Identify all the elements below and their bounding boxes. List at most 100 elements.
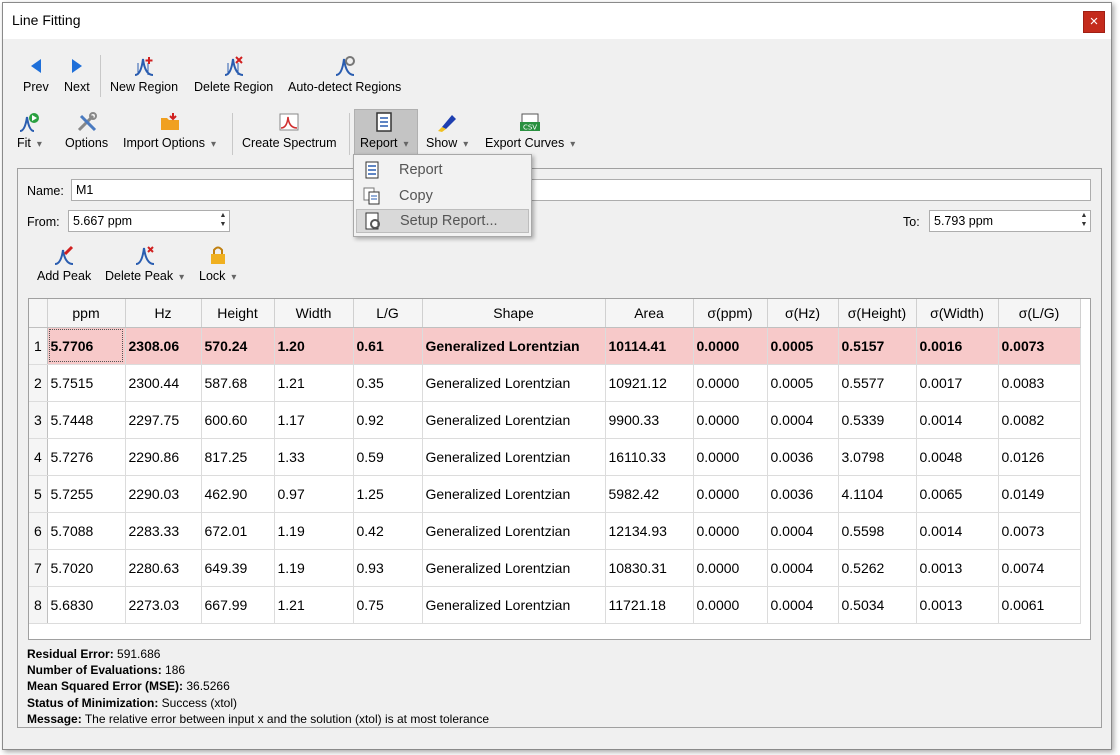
table-cell[interactable]: 0.0083 [998,364,1081,402]
new-region-button[interactable]: New Region [110,55,178,94]
report-button[interactable]: Report [360,111,409,150]
row-header[interactable]: 3 [29,401,48,439]
table-row[interactable]: 4 5.7276 2290.86 817.25 1.33 0.59 Generalized … [29,438,1081,476]
table-cell[interactable]: 1.25 [353,475,423,513]
table-cell[interactable]: 0.0000 [693,475,768,513]
table-cell[interactable]: 0.0000 [693,401,768,439]
table-cell[interactable]: 0.0005 [767,327,839,365]
table-cell[interactable]: 0.0036 [767,475,839,513]
menu-item-report[interactable]: Report [356,158,529,182]
table-cell[interactable]: 0.0000 [693,512,768,550]
table-cell[interactable]: 1.33 [274,438,354,476]
column-header[interactable]: Height [201,299,275,328]
column-header[interactable]: Hz [125,299,202,328]
table-cell[interactable]: 0.0004 [767,512,839,550]
table-cell[interactable]: 2290.86 [125,438,202,476]
auto-detect-regions-button[interactable]: Auto-detect Regions [288,55,401,94]
table-cell[interactable]: Generalized Lorentzian [422,438,606,476]
table-cell[interactable]: 462.90 [201,475,275,513]
table-cell[interactable]: 4.1104 [838,475,917,513]
corner-header[interactable] [29,299,48,328]
delete-peak-button[interactable]: Delete Peak [105,244,184,283]
table-cell[interactable]: 2290.03 [125,475,202,513]
column-header[interactable]: σ(ppm) [693,299,768,328]
table-cell[interactable]: 0.0074 [998,549,1081,587]
export-curves-button[interactable]: CSV Export Curves [485,111,575,150]
table-cell[interactable]: 0.0061 [998,586,1081,624]
table-row[interactable]: 5 5.7255 2290.03 462.90 0.97 1.25 Generalized … [29,475,1081,513]
table-cell[interactable]: 2280.63 [125,549,202,587]
table-cell[interactable]: 0.5034 [838,586,917,624]
table-cell[interactable]: 0.5577 [838,364,917,402]
table-cell[interactable]: 5.7448 [47,401,126,439]
table-cell[interactable]: 0.0073 [998,327,1081,365]
table-cell[interactable]: 0.0004 [767,401,839,439]
table-cell[interactable]: 5.7276 [47,438,126,476]
table-cell[interactable]: 0.0004 [767,549,839,587]
table-cell[interactable]: 11721.18 [605,586,694,624]
table-cell[interactable]: 1.20 [274,327,354,365]
prev-button[interactable]: Prev [23,55,49,94]
column-header[interactable]: L/G [353,299,423,328]
to-input[interactable] [929,210,1091,232]
table-cell[interactable]: 2283.33 [125,512,202,550]
table-row[interactable]: 6 5.7088 2283.33 672.01 1.19 0.42 Generalized … [29,512,1081,550]
table-cell[interactable]: 0.59 [353,438,423,476]
table-cell[interactable]: 0.5157 [838,327,917,365]
column-header[interactable]: σ(Hz) [767,299,839,328]
table-row[interactable]: 2 5.7515 2300.44 587.68 1.21 0.35 Generalized … [29,364,1081,402]
table-cell[interactable]: 0.75 [353,586,423,624]
table-cell[interactable]: 649.39 [201,549,275,587]
table-cell[interactable]: 0.0013 [916,586,999,624]
table-cell[interactable]: 2297.75 [125,401,202,439]
table-cell[interactable]: 672.01 [201,512,275,550]
column-header[interactable]: Width [274,299,354,328]
table-cell[interactable]: 0.0065 [916,475,999,513]
to-spinbox[interactable]: ▲▼ [929,210,1091,232]
column-header[interactable]: σ(L/G) [998,299,1081,328]
table-cell[interactable]: 0.5339 [838,401,917,439]
table-cell[interactable]: 0.93 [353,549,423,587]
table-cell[interactable]: 0.0000 [693,438,768,476]
spin-arrows-icon[interactable]: ▲ ▼ [1079,211,1089,229]
table-cell[interactable]: 0.5598 [838,512,917,550]
table-cell[interactable]: 0.0013 [916,549,999,587]
show-button[interactable]: Show [426,111,468,150]
table-cell[interactable]: 0.0149 [998,475,1081,513]
table-cell[interactable]: 9900.33 [605,401,694,439]
menu-item-setup-report[interactable]: Setup Report... [356,209,529,233]
table-cell[interactable]: 0.0016 [916,327,999,365]
table-cell[interactable]: 0.0017 [916,364,999,402]
column-header[interactable]: Shape [422,299,606,328]
peaks-table[interactable]: ppm Hz Height Width L/G Shape Area σ(ppm… [28,298,1091,640]
table-cell[interactable]: 12134.93 [605,512,694,550]
row-header[interactable]: 1 [29,327,48,365]
options-button[interactable]: Options [65,111,108,150]
table-cell[interactable]: 5.7020 [47,549,126,587]
table-cell[interactable]: 0.42 [353,512,423,550]
table-cell[interactable]: 2300.44 [125,364,202,402]
table-cell[interactable]: Generalized Lorentzian [422,327,606,365]
create-spectrum-button[interactable]: Create Spectrum [242,111,336,150]
table-cell[interactable]: 0.35 [353,364,423,402]
table-cell[interactable]: 5.7706 [47,327,126,365]
from-input[interactable] [68,210,230,232]
table-cell[interactable]: 1.21 [274,364,354,402]
table-cell[interactable]: 5.7088 [47,512,126,550]
table-cell[interactable]: 587.68 [201,364,275,402]
table-row[interactable]: 3 5.7448 2297.75 600.60 1.17 0.92 Generalized … [29,401,1081,439]
table-cell[interactable]: 5982.42 [605,475,694,513]
table-cell[interactable]: 0.0073 [998,512,1081,550]
table-cell[interactable]: Generalized Lorentzian [422,512,606,550]
table-row[interactable]: 8 5.6830 2273.03 667.99 1.21 0.75 Generalized … [29,586,1081,624]
table-cell[interactable]: 1.19 [274,512,354,550]
row-header[interactable]: 8 [29,586,48,624]
import-options-button[interactable]: Import Options [123,111,216,150]
column-header[interactable]: σ(Height) [838,299,917,328]
table-cell[interactable]: 5.7255 [47,475,126,513]
table-cell[interactable]: 0.0000 [693,364,768,402]
table-cell[interactable]: 10921.12 [605,364,694,402]
row-header[interactable]: 4 [29,438,48,476]
table-cell[interactable]: 0.0004 [767,586,839,624]
row-header[interactable]: 6 [29,512,48,550]
